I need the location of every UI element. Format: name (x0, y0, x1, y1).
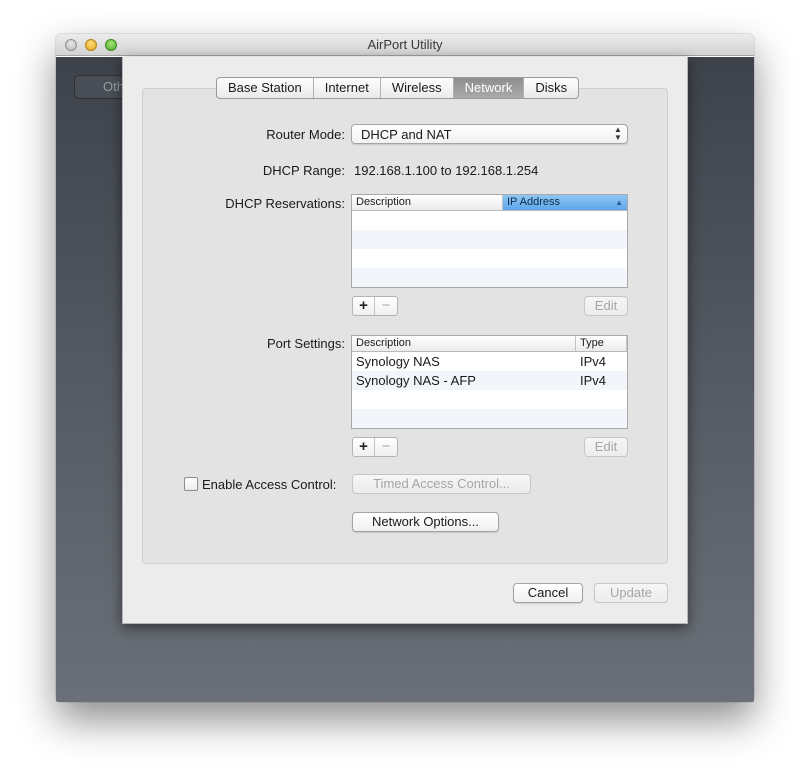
port-description: Synology NAS - AFP (356, 373, 476, 388)
timed-access-control-button[interactable]: Timed Access Control... (352, 474, 531, 494)
router-mode-label: Router Mode: (266, 127, 345, 142)
column-header-ip-address-label: IP Address (507, 196, 560, 208)
table-row (352, 409, 627, 428)
port-settings-add-remove: + − (352, 437, 398, 457)
enable-access-control-checkbox[interactable] (184, 477, 198, 491)
port-type: IPv4 (580, 354, 607, 369)
title-bar[interactable]: AirPort Utility (56, 34, 754, 56)
add-reservation-button[interactable]: + (353, 297, 375, 315)
add-port-button[interactable]: + (353, 438, 375, 456)
port-type: IPv4 (580, 373, 607, 388)
settings-tab-bar: Base Station Internet Wireless Network D… (216, 77, 580, 99)
sort-ascending-icon: ▲ (615, 198, 623, 207)
edit-reservation-button[interactable]: Edit (584, 296, 628, 316)
table-header: Description IP Address ▲ (352, 195, 627, 211)
network-options-button[interactable]: Network Options... (352, 512, 499, 532)
update-button[interactable]: Update (594, 583, 668, 603)
table-row (352, 211, 627, 230)
tab-disks[interactable]: Disks (524, 78, 578, 98)
column-header-type[interactable]: Type (576, 336, 627, 351)
table-header: Description Type (352, 336, 627, 352)
popup-arrows-icon: ▲ ▼ (614, 125, 622, 142)
port-settings-label: Port Settings: (266, 336, 345, 351)
table-row (352, 390, 627, 409)
remove-reservation-button[interactable]: − (375, 297, 397, 315)
enable-access-control-label[interactable]: Enable Access Control: (202, 477, 336, 492)
minimize-window-icon[interactable] (85, 39, 97, 51)
remove-port-button[interactable]: − (375, 438, 397, 456)
table-row (352, 268, 627, 287)
router-mode-value: DHCP and NAT (361, 127, 452, 142)
tab-wireless[interactable]: Wireless (381, 78, 454, 98)
column-header-description[interactable]: Description (352, 336, 576, 351)
table-row[interactable]: Synology NAS - AFP IPv4 (352, 371, 627, 390)
tab-internet[interactable]: Internet (314, 78, 381, 98)
table-row (352, 230, 627, 249)
window-title: AirPort Utility (367, 37, 443, 52)
dhcp-range-value: 192.168.1.100 to 192.168.1.254 (354, 163, 539, 178)
dhcp-range-label: DHCP Range: (262, 163, 345, 178)
column-header-ip-address[interactable]: IP Address ▲ (503, 195, 627, 210)
cancel-button[interactable]: Cancel (513, 583, 583, 603)
port-settings-table[interactable]: Description Type Synology NAS IPv4 Synol… (351, 335, 628, 429)
port-description: Synology NAS (356, 354, 440, 369)
tab-network[interactable]: Network (453, 78, 525, 98)
router-mode-popup[interactable]: DHCP and NAT ▲ ▼ (351, 124, 628, 144)
dhcp-reservations-add-remove: + − (352, 296, 398, 316)
column-header-description[interactable]: Description (352, 195, 503, 210)
dhcp-reservations-table[interactable]: Description IP Address ▲ (351, 194, 628, 288)
edit-port-button[interactable]: Edit (584, 437, 628, 457)
tab-base-station[interactable]: Base Station (217, 78, 314, 98)
table-row[interactable]: Synology NAS IPv4 (352, 352, 627, 371)
zoom-window-icon[interactable] (105, 39, 117, 51)
table-row (352, 249, 627, 268)
dhcp-reservations-label: DHCP Reservations: (225, 196, 345, 211)
close-window-icon[interactable] (65, 39, 77, 51)
